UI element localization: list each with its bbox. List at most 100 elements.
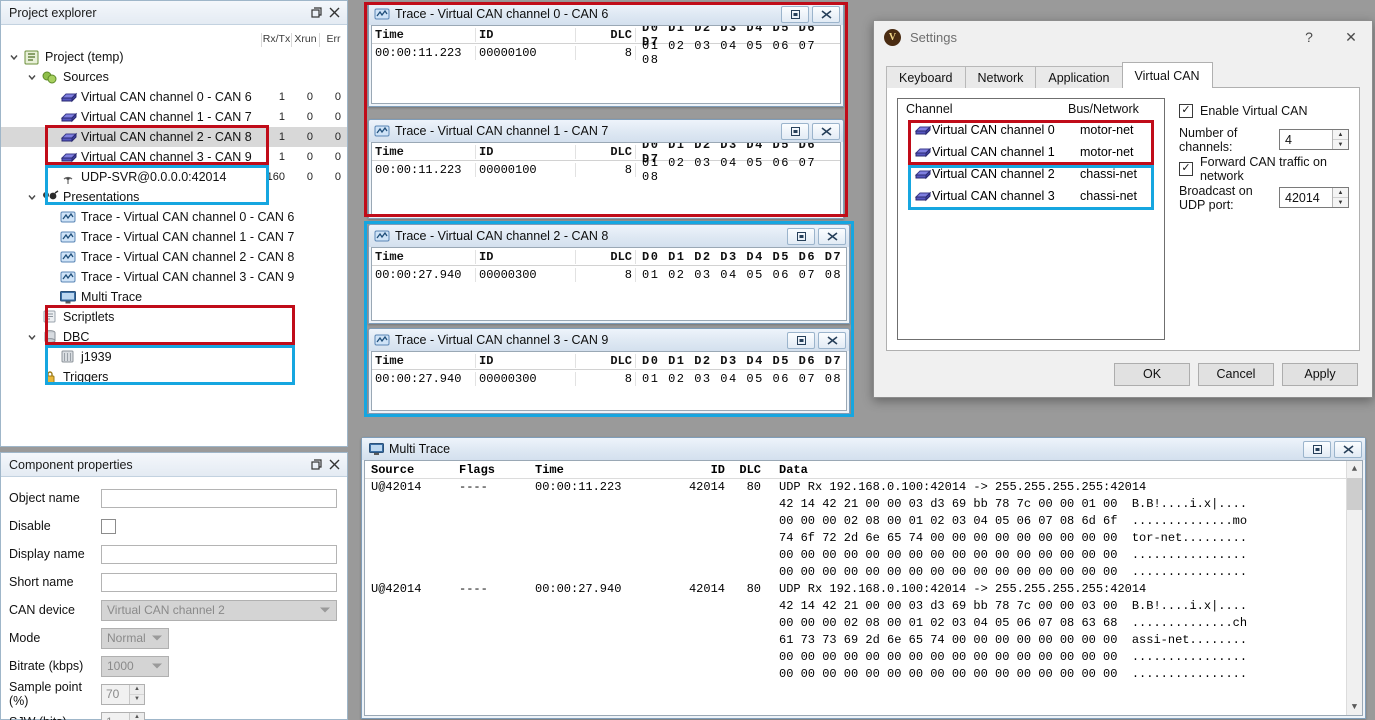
trace-grid[interactable]: Time ID DLC D0 D1 D2 D3 D4 D5 D6 D7 00:00:11…: [371, 142, 841, 216]
spin-down-icon[interactable]: ▼: [1333, 140, 1348, 149]
channel-row[interactable]: Virtual CAN channel 1 motor-net: [898, 141, 1164, 163]
multi-trace-row[interactable]: 74 6f 72 2d 6e 65 74 00 00 00 00 00 00 0…: [365, 530, 1362, 547]
close-icon[interactable]: [325, 456, 343, 474]
number-of-channels-stepper[interactable]: 4 ▲ ▼: [1279, 129, 1349, 150]
multi-trace-row[interactable]: 42 14 42 21 00 00 03 d3 69 bb 78 7c 00 0…: [365, 496, 1362, 513]
project-tree[interactable]: Project (temp) Sources Virtual CAN channel…: [1, 47, 347, 446]
chevron-down-icon[interactable]: [27, 192, 41, 202]
sample-point-spin-buttons[interactable]: ▲ ▼: [129, 684, 144, 704]
trace-row[interactable]: 00:00:27.940 00000300 8 01 02 03 04 05 06 0…: [372, 370, 846, 388]
tree-item[interactable]: Trace - Virtual CAN channel 1 - CAN 7: [1, 227, 347, 247]
display-name-input[interactable]: [101, 544, 337, 564]
multi-trace-row[interactable]: 00 00 00 00 00 00 00 00 00 00 00 00 00 0…: [365, 666, 1362, 683]
forward-traffic-checkbox[interactable]: ✓: [1179, 161, 1193, 176]
sjw-spin-buttons[interactable]: ▲ ▼: [129, 712, 144, 720]
scroll-down-icon[interactable]: ▼: [1347, 699, 1362, 715]
channel-table-rows[interactable]: Virtual CAN channel 0 motor-net Virtual CA…: [898, 119, 1164, 207]
restore-icon[interactable]: [307, 456, 325, 474]
scrollbar-thumb[interactable]: [1347, 478, 1362, 510]
object-name-input[interactable]: [101, 488, 337, 508]
chevron-down-icon[interactable]: [27, 72, 41, 82]
tree-item[interactable]: Project (temp): [1, 47, 347, 67]
tree-item[interactable]: UDP-SVR@0.0.0.0:42014 160 0 0: [1, 167, 347, 187]
close-button[interactable]: [818, 227, 846, 245]
multi-trace-row[interactable]: 00 00 00 00 00 00 00 00 00 00 00 00 00 0…: [365, 649, 1362, 666]
close-button[interactable]: [818, 331, 846, 349]
spin-up-icon[interactable]: ▲: [1333, 130, 1348, 140]
trace-row[interactable]: 00:00:11.223 00000100 8 01 02 03 04 05 06 0…: [372, 39, 840, 67]
short-name-input[interactable]: [101, 572, 337, 592]
spin-up-icon[interactable]: ▲: [130, 712, 144, 720]
spin-up-icon[interactable]: ▲: [130, 684, 144, 695]
mode-select[interactable]: Normal: [101, 627, 169, 649]
apply-button[interactable]: Apply: [1282, 362, 1358, 386]
multi-trace-row[interactable]: U@42014 ---- 00:00:11.223 42014 80 UDP Rx 192…: [365, 479, 1362, 496]
enable-virtual-can-checkbox[interactable]: ✓: [1179, 103, 1193, 118]
channel-row[interactable]: Virtual CAN channel 0 motor-net: [898, 119, 1164, 141]
restore-button[interactable]: [781, 122, 809, 140]
tree-item[interactable]: Virtual CAN channel 2 - CAN 8 1 0 0: [1, 127, 347, 147]
tree-item[interactable]: Multi Trace: [1, 287, 347, 307]
cancel-button[interactable]: Cancel: [1198, 362, 1274, 386]
bitrate-select[interactable]: 1000: [101, 655, 169, 677]
tab-keyboard[interactable]: Keyboard: [886, 66, 966, 88]
multi-trace-row[interactable]: 00 00 00 00 00 00 00 00 00 00 00 00 00 0…: [365, 547, 1362, 564]
restore-button[interactable]: [787, 331, 815, 349]
close-button[interactable]: [1334, 440, 1362, 458]
restore-button[interactable]: [787, 227, 815, 245]
spin-down-icon[interactable]: ▼: [1333, 198, 1348, 207]
tree-item[interactable]: Sources: [1, 67, 347, 87]
tab-virtual-can[interactable]: Virtual CAN: [1121, 62, 1213, 88]
restore-icon[interactable]: [307, 4, 325, 22]
tree-item[interactable]: Trace - Virtual CAN channel 2 - CAN 8: [1, 247, 347, 267]
multi-trace-row[interactable]: 00 00 00 02 08 00 01 02 03 04 05 06 07 0…: [365, 615, 1362, 632]
trace-grid[interactable]: Time ID DLC D0 D1 D2 D3 D4 D5 D6 D7 00:00:27…: [371, 351, 847, 411]
tree-item[interactable]: Scriptlets: [1, 307, 347, 327]
trace-grid[interactable]: Time ID DLC D0 D1 D2 D3 D4 D5 D6 D7 00:00:11…: [371, 25, 841, 104]
close-icon[interactable]: ✕: [1330, 22, 1372, 53]
tree-item[interactable]: Virtual CAN channel 1 - CAN 7 1 0 0: [1, 107, 347, 127]
settings-tabstrip[interactable]: Keyboard Network Application Virtual CAN: [886, 62, 1360, 88]
multi-trace-row[interactable]: 42 14 42 21 00 00 03 d3 69 bb 78 7c 00 0…: [365, 598, 1362, 615]
tree-item[interactable]: Trace - Virtual CAN channel 3 - CAN 9: [1, 267, 347, 287]
chevron-down-icon[interactable]: [9, 52, 23, 62]
number-of-channels-spin-buttons[interactable]: ▲ ▼: [1332, 130, 1348, 149]
channel-row[interactable]: Virtual CAN channel 2 chassi-net: [898, 163, 1164, 185]
broadcast-port-spin-buttons[interactable]: ▲ ▼: [1332, 188, 1348, 207]
channel-row[interactable]: Virtual CAN channel 3 chassi-net: [898, 185, 1164, 207]
sjw-stepper[interactable]: 1 ▲ ▼: [101, 711, 145, 720]
close-button[interactable]: [812, 5, 840, 23]
spin-down-icon[interactable]: ▼: [130, 694, 144, 704]
ok-button[interactable]: OK: [1114, 362, 1190, 386]
multi-trace-row[interactable]: 00 00 00 02 08 00 01 02 03 04 05 06 07 0…: [365, 513, 1362, 530]
multi-trace-row[interactable]: 00 00 00 00 00 00 00 00 00 00 00 00 00 0…: [365, 564, 1362, 581]
close-button[interactable]: [812, 122, 840, 140]
multi-trace-row[interactable]: U@42014 ---- 00:00:27.940 42014 80 UDP Rx 192…: [365, 581, 1362, 598]
chevron-down-icon[interactable]: [27, 332, 41, 342]
restore-button[interactable]: [1303, 440, 1331, 458]
tree-item[interactable]: Virtual CAN channel 3 - CAN 9 1 0 0: [1, 147, 347, 167]
scroll-up-icon[interactable]: ▲: [1347, 461, 1362, 477]
tree-item[interactable]: Virtual CAN channel 0 - CAN 6 1 0 0: [1, 87, 347, 107]
tree-item[interactable]: Trace - Virtual CAN channel 0 - CAN 6: [1, 207, 347, 227]
disable-checkbox[interactable]: [101, 518, 116, 534]
tree-item[interactable]: Triggers: [1, 367, 347, 387]
tree-item[interactable]: DBC: [1, 327, 347, 347]
multi-trace-rows[interactable]: U@42014 ---- 00:00:11.223 42014 80 UDP Rx 192…: [365, 479, 1362, 683]
restore-button[interactable]: [781, 5, 809, 23]
channel-table[interactable]: Channel Bus/Network Virtual CAN channel …: [897, 98, 1165, 340]
trace-grid[interactable]: Time ID DLC D0 D1 D2 D3 D4 D5 D6 D7 00:00:27…: [371, 247, 847, 321]
broadcast-port-stepper[interactable]: 42014 ▲ ▼: [1279, 187, 1349, 208]
tab-network[interactable]: Network: [964, 66, 1037, 88]
trace-row[interactable]: 00:00:27.940 00000300 8 01 02 03 04 05 06 0…: [372, 266, 846, 284]
tree-item[interactable]: j1939: [1, 347, 347, 367]
tree-item[interactable]: Presentations: [1, 187, 347, 207]
forward-traffic-row[interactable]: ✓ Forward CAN traffic on network: [1179, 155, 1349, 183]
multi-trace-row[interactable]: 61 73 73 69 2d 6e 65 74 00 00 00 00 00 0…: [365, 632, 1362, 649]
trace-row[interactable]: 00:00:11.223 00000100 8 01 02 03 04 05 06 0…: [372, 156, 840, 184]
close-icon[interactable]: [325, 4, 343, 22]
tab-application[interactable]: Application: [1035, 66, 1123, 88]
can-device-select[interactable]: Virtual CAN channel 2: [101, 599, 337, 621]
multi-trace-scrollbar[interactable]: ▲ ▼: [1346, 461, 1362, 715]
sample-point-stepper[interactable]: 70 ▲ ▼: [101, 683, 145, 705]
